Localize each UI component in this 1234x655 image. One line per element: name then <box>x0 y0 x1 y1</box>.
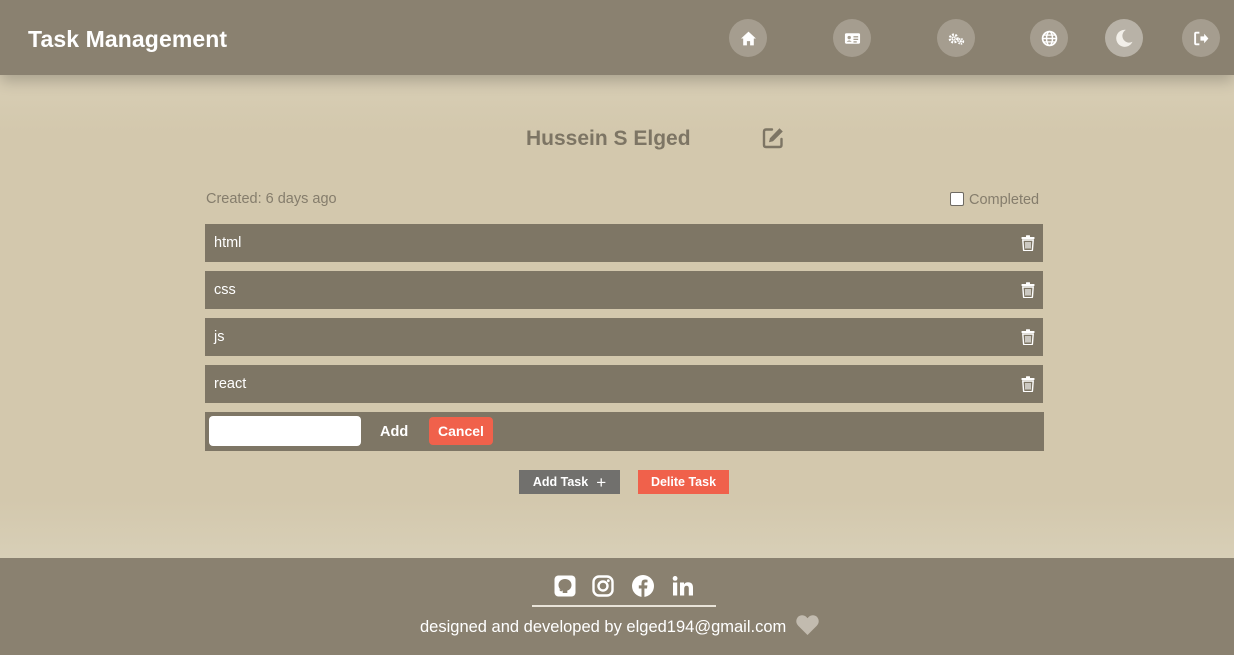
trash-icon[interactable] <box>1021 376 1035 392</box>
add-task-label: Add Task <box>532 475 589 489</box>
home-button[interactable] <box>729 19 767 57</box>
task-item: react <box>205 365 1043 403</box>
cogs-icon <box>948 32 964 45</box>
task-item-text: js <box>214 329 225 345</box>
task-item: html <box>205 224 1043 262</box>
github-icon[interactable] <box>553 574 577 598</box>
add-task-button[interactable]: Add Task + <box>519 470 620 494</box>
footer-divider <box>532 605 716 607</box>
app-header: Task Management <box>0 0 1234 75</box>
logout-button[interactable] <box>1182 19 1220 57</box>
created-date: Created: 6 days ago <box>206 191 337 207</box>
footer-credit: designed and developed by elged194@gmail… <box>420 618 787 636</box>
task-item-text: html <box>214 235 242 251</box>
new-item-input[interactable] <box>209 416 361 446</box>
edit-icon[interactable] <box>761 126 785 150</box>
facebook-icon[interactable] <box>631 574 655 598</box>
plus-icon: + <box>596 472 607 492</box>
profile-card-button[interactable] <box>833 19 871 57</box>
task-item: css <box>205 271 1043 309</box>
completed-label: Completed <box>969 192 1040 208</box>
task-item: js <box>205 318 1043 356</box>
add-item-button[interactable]: Add <box>380 424 408 440</box>
id-card-icon <box>844 32 860 44</box>
moon-icon <box>1116 29 1133 47</box>
cancel-button[interactable]: Cancel <box>429 417 493 445</box>
trash-icon[interactable] <box>1021 329 1035 345</box>
sign-out-icon <box>1193 31 1208 45</box>
delete-task-button[interactable]: Delite Task <box>638 470 729 494</box>
new-item-row: Add Cancel <box>205 412 1044 451</box>
instagram-icon[interactable] <box>591 574 615 598</box>
home-icon <box>740 31 756 45</box>
completed-toggle[interactable]: Completed <box>950 190 1039 208</box>
page-footer: designed and developed by elged194@gmail… <box>0 558 1234 655</box>
task-item-text: css <box>214 282 236 298</box>
heart-icon <box>796 615 819 635</box>
trash-icon[interactable] <box>1021 282 1035 298</box>
dark-mode-toggle[interactable] <box>1105 19 1143 57</box>
task-item-text: react <box>214 376 247 392</box>
completed-checkbox[interactable] <box>950 192 964 206</box>
language-button[interactable] <box>1030 19 1068 57</box>
globe-icon <box>1041 30 1057 46</box>
settings-button[interactable] <box>937 19 975 57</box>
trash-icon[interactable] <box>1021 235 1035 251</box>
user-name: Hussein S Elged <box>526 127 691 150</box>
linkedin-icon[interactable] <box>671 574 695 598</box>
app-title: Task Management <box>28 26 228 52</box>
